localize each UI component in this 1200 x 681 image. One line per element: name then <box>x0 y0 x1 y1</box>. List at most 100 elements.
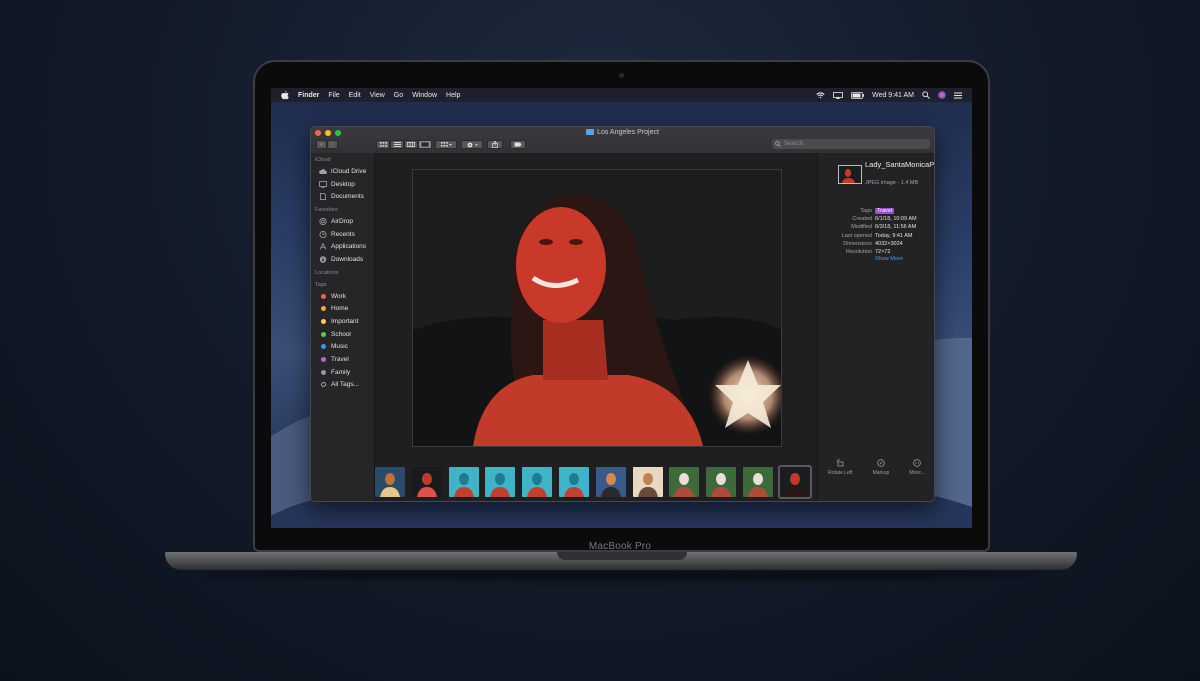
gallery-thumbnail[interactable] <box>485 467 516 497</box>
desktop-icon <box>319 180 327 188</box>
portrait-photo <box>413 170 781 446</box>
gallery-thumbnail[interactable] <box>743 467 773 497</box>
icon-view-button[interactable] <box>376 140 390 149</box>
action-button[interactable] <box>461 140 483 149</box>
gallery-thumbnail[interactable] <box>706 467 737 497</box>
action-gear-icon <box>467 142 478 147</box>
sidebar-item-desktop[interactable]: Desktop <box>319 178 374 191</box>
clock[interactable]: Wed 9:41 AM <box>872 92 914 99</box>
sunset-thumb <box>595 467 626 497</box>
sidebar-item-label: Documents <box>331 193 364 201</box>
window-title: Los Angeles Project <box>311 129 934 136</box>
apple-icon[interactable] <box>280 90 290 100</box>
beach-thumb <box>375 467 405 497</box>
women-thumb <box>632 467 663 497</box>
meta-row-modified: Modified 6/3/18, 11:56 AM <box>818 223 934 231</box>
nav-buttons: ‹ › <box>316 140 338 149</box>
tag-button[interactable] <box>510 140 526 149</box>
sidebar-item-tag[interactable]: School <box>319 328 374 341</box>
gallery-thumbnail[interactable] <box>595 467 626 497</box>
gallery-thumbnail[interactable] <box>448 467 479 497</box>
applications-icon <box>319 243 327 250</box>
sidebar-item-icloud-drive[interactable]: iCloud Drive <box>319 165 374 178</box>
action-label: More... <box>909 470 925 476</box>
sidebar-item-tag[interactable]: Home <box>319 303 374 316</box>
sidebar-item-tag[interactable]: Travel <box>319 353 374 366</box>
more-icon <box>913 459 921 467</box>
sidebar-item-tag[interactable]: All Tags... <box>319 379 374 392</box>
sidebar-item-tag[interactable]: Important <box>319 315 374 328</box>
sidebar-item-downloads[interactable]: Downloads <box>319 253 374 266</box>
markup-button[interactable]: Markup <box>873 459 889 476</box>
gallery-thumbnail[interactable] <box>411 467 442 497</box>
sidebar-item-tag[interactable]: Family <box>319 366 374 379</box>
gallery-thumbnail[interactable] <box>522 467 553 497</box>
list-view-button[interactable] <box>390 140 404 149</box>
chevron-left-icon: ‹ <box>320 141 323 148</box>
gallery-thumbnail[interactable] <box>632 467 663 497</box>
show-more-link[interactable]: Show More <box>875 256 934 262</box>
tag-icon <box>514 142 522 147</box>
file-thumbnail-image <box>839 166 861 183</box>
tag-badge[interactable]: Travel <box>875 208 895 214</box>
menu-file[interactable]: File <box>328 92 339 99</box>
menu-app-finder[interactable]: Finder <box>298 92 319 99</box>
siri-icon[interactable] <box>938 91 946 99</box>
notification-center-icon[interactable] <box>954 92 962 99</box>
window-title-text: Los Angeles Project <box>597 129 659 136</box>
gallery-view-button[interactable] <box>418 140 432 149</box>
sidebar-section-locations: Locations <box>315 269 339 276</box>
gallery-thumbnail[interactable] <box>777 465 812 499</box>
cloud-icon <box>319 168 327 174</box>
menu-edit[interactable]: Edit <box>349 92 361 99</box>
airplay-icon[interactable] <box>833 91 843 99</box>
sidebar-item-label: Desktop <box>331 180 355 188</box>
tag-color-dot <box>321 344 326 350</box>
rotate-left-button[interactable]: Rotate Left <box>828 459 853 476</box>
pool-thumb <box>448 467 479 497</box>
sidebar-item-tag[interactable]: Work <box>319 290 374 303</box>
battery-icon[interactable] <box>851 91 865 99</box>
sidebar-item-airdrop[interactable]: AirDrop <box>319 215 374 228</box>
sidebar-item-documents[interactable]: Documents <box>319 190 374 203</box>
gallery-thumbnail[interactable] <box>375 467 405 497</box>
sidebar-item-label: Work <box>331 292 347 300</box>
search-field[interactable]: Search <box>772 139 930 149</box>
menu-help[interactable]: Help <box>446 92 460 99</box>
group-button[interactable] <box>435 140 457 149</box>
view-switcher <box>376 140 432 149</box>
meta-row-resolution: Resolution 72×72 <box>818 248 934 256</box>
group-icon <box>440 142 452 147</box>
menu-go[interactable]: Go <box>394 92 403 99</box>
icon-view-icon <box>379 142 387 147</box>
meta-label: Created <box>852 216 872 223</box>
wifi-icon[interactable] <box>816 91 825 99</box>
search-icon[interactable] <box>922 91 930 99</box>
sidebar-item-label: Downloads <box>331 255 364 263</box>
laptop-model-label: MacBook Pro <box>588 541 652 552</box>
back-button[interactable]: ‹ <box>316 140 327 149</box>
meta-value: Today, 9:41 AM <box>875 232 913 239</box>
file-kind: JPEG image - 1.4 MB <box>865 180 919 186</box>
sidebar: iCloud iCloud Drive Desktop Documents Fa… <box>311 153 375 501</box>
more-button[interactable]: More... <box>909 459 925 476</box>
laptop-shadow <box>200 570 1042 580</box>
folder-icon <box>586 129 595 135</box>
meta-row-tags: Tags Travel <box>818 207 934 215</box>
file-name: Lady_SantaMonicaPier.jpeg <box>865 160 935 169</box>
gallery-thumbnail[interactable] <box>669 467 700 497</box>
menu-view[interactable]: View <box>370 92 385 99</box>
sidebar-item-applications[interactable]: Applications <box>319 240 374 253</box>
share-button[interactable] <box>487 140 503 149</box>
meta-label: Dimensions <box>843 240 872 247</box>
markup-icon <box>877 459 885 467</box>
menu-window[interactable]: Window <box>412 92 437 99</box>
gallery-thumbnail[interactable] <box>559 467 589 497</box>
column-view-button[interactable] <box>404 140 418 149</box>
all-tags-icon <box>321 382 326 388</box>
sidebar-item-label: Home <box>331 305 349 313</box>
inspector-panel: Lady_SantaMonicaPier.jpeg JPEG image - 1… <box>817 153 935 501</box>
sidebar-item-tag[interactable]: Music <box>319 341 374 354</box>
sidebar-item-recents[interactable]: Recents <box>319 228 374 241</box>
forward-button[interactable]: › <box>327 140 338 149</box>
